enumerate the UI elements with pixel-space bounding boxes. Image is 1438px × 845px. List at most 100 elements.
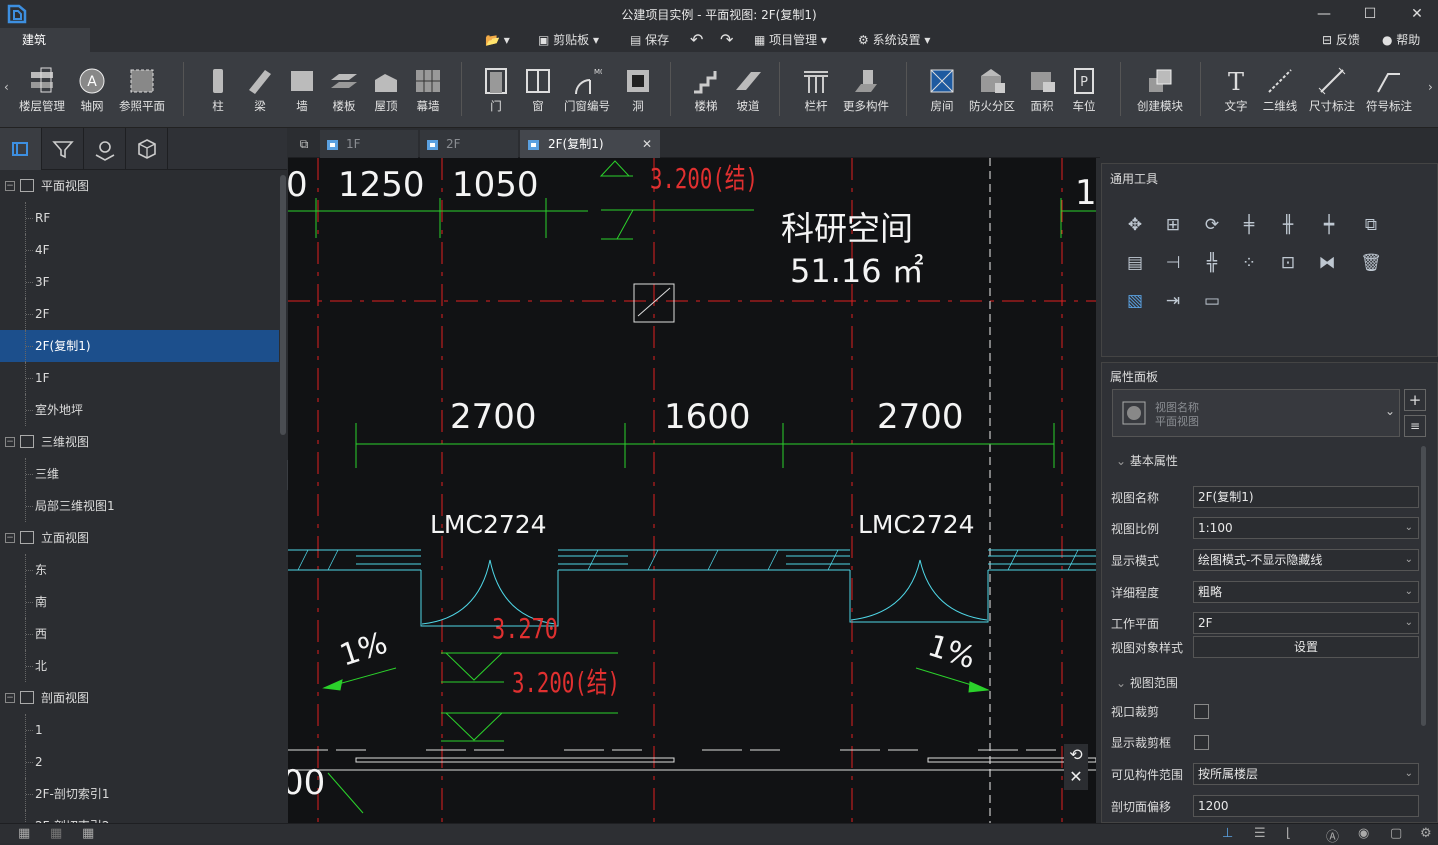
save-button[interactable]: ▤ 保存 xyxy=(630,32,669,48)
close-icon[interactable]: ✕ xyxy=(1064,766,1088,788)
feedback-button[interactable]: ⊟ 反馈 xyxy=(1322,32,1360,48)
collapse-icon[interactable]: − xyxy=(5,437,15,447)
more-components-button[interactable]: 更多构件 xyxy=(842,60,890,114)
match-icon[interactable]: ⇥ xyxy=(1160,288,1186,314)
maximize-button[interactable]: ☐ xyxy=(1360,4,1380,24)
tree-item[interactable]: 局部三维视图1 xyxy=(0,490,279,522)
style-settings-button[interactable]: 设置 xyxy=(1193,636,1419,658)
corner-icon[interactable]: ⌊ xyxy=(1286,826,1291,841)
dimension-button[interactable]: 尺寸标注 xyxy=(1308,60,1356,114)
tree-item[interactable]: RF xyxy=(0,202,279,234)
3d-box-icon[interactable]: ▧ xyxy=(1122,288,1148,314)
layer-icon[interactable]: ▦ xyxy=(82,826,94,841)
prop-select[interactable]: 粗略 ⌄ xyxy=(1193,581,1419,603)
align-icon[interactable]: ╪ xyxy=(1236,212,1262,238)
array-icon[interactable]: ⁘ xyxy=(1236,250,1262,276)
tree-group[interactable]: − 立面视图 xyxy=(0,522,279,554)
collapse-icon[interactable]: − xyxy=(5,181,15,191)
tree-item[interactable]: 2 xyxy=(0,746,279,778)
tree-group[interactable]: − 剖面视图 xyxy=(0,682,279,714)
visible-range-select[interactable]: 按所属楼层 ⌄ xyxy=(1193,763,1419,785)
settings-icon[interactable]: ⚙ xyxy=(1420,826,1432,841)
group-icon[interactable]: ⊡ xyxy=(1275,250,1301,276)
create-module-button[interactable]: 创建模块 xyxy=(1136,60,1184,114)
offset-icon[interactable]: ▤ xyxy=(1122,250,1148,276)
tree-item[interactable]: 2F(复制1) xyxy=(0,330,279,362)
rotate-icon[interactable]: ⟲ xyxy=(1064,744,1088,766)
type-selector[interactable]: 视图名称 平面视图 ⌄ xyxy=(1112,389,1400,437)
section-offset-input[interactable]: 1200 xyxy=(1193,795,1419,817)
redo-icon[interactable]: ↷ xyxy=(720,32,733,48)
add-type-button[interactable]: + xyxy=(1404,389,1426,411)
tree-item[interactable]: 西 xyxy=(0,618,279,650)
edit-type-button[interactable]: ≡ xyxy=(1404,415,1426,437)
undo-icon[interactable]: ↶ xyxy=(690,32,703,48)
move-icon[interactable]: ✥ xyxy=(1122,212,1148,238)
grid-icon[interactable]: ▦ xyxy=(18,826,30,841)
system-settings-menu[interactable]: ⚙ 系统设置 ▾ xyxy=(858,32,930,48)
render-icon[interactable]: ◉ xyxy=(1358,826,1369,841)
canvas-nav-widget[interactable]: ⟲ ✕ xyxy=(1064,744,1088,790)
prop-select[interactable]: 1:100 ⌄ xyxy=(1193,517,1419,539)
minimize-button[interactable]: — xyxy=(1314,4,1334,24)
tree-item[interactable]: 1F xyxy=(0,362,279,394)
folder-icon[interactable]: 📂 ▾ xyxy=(485,32,510,48)
clipboard-menu[interactable]: ▣ 剪贴板 ▾ xyxy=(538,32,599,48)
tree-item[interactable]: 2F-剖切索引1 xyxy=(0,778,279,810)
ribbon-scroll-right-icon[interactable]: › xyxy=(1428,80,1433,94)
prop-input[interactable]: 2F(复制1) xyxy=(1193,486,1419,508)
tree-item[interactable]: 1 xyxy=(0,714,279,746)
props-scroll-thumb[interactable] xyxy=(1421,446,1426,726)
project-manage-menu[interactable]: ▦ 项目管理 ▾ xyxy=(754,32,827,48)
tree-item[interactable]: 室外地坪 xyxy=(0,394,279,426)
tree-group[interactable]: − 平面视图 xyxy=(0,170,279,202)
prop-select[interactable]: 绘图模式-不显示隐藏线 ⌄ xyxy=(1193,549,1419,571)
prop-label: 显示裁剪框 xyxy=(1111,736,1172,750)
box-icon[interactable]: ▢ xyxy=(1390,826,1402,841)
tree-item[interactable]: 2F-剖切索引2 xyxy=(0,810,279,823)
rotate-tool-icon[interactable]: ⟳ xyxy=(1199,212,1225,238)
close-button[interactable]: ✕ xyxy=(1407,4,1427,24)
viewport-crop-checkbox[interactable] xyxy=(1194,704,1209,719)
show-crop-box-checkbox[interactable] xyxy=(1194,735,1209,750)
prop-select[interactable]: 2F ⌄ xyxy=(1193,612,1419,634)
tree-item[interactable]: 南 xyxy=(0,586,279,618)
extend-icon[interactable]: ⊣ xyxy=(1160,250,1186,276)
snap-icon[interactable]: ▦ xyxy=(50,826,62,841)
floor-plan-drawing[interactable]: 0 1250 1050 1 科研空间 51.16 ㎡ 2700 1600 270… xyxy=(288,158,1096,823)
help-button[interactable]: ● 帮助 xyxy=(1382,32,1420,48)
split-icon[interactable]: ╫ xyxy=(1275,212,1301,238)
level-icon[interactable]: ⊥ xyxy=(1222,826,1233,841)
symbol-button[interactable]: 符号标注 xyxy=(1365,60,1413,114)
collapse-icon[interactable]: − xyxy=(5,693,15,703)
delete-icon[interactable]: 🗑 xyxy=(1358,250,1384,276)
view-range-section[interactable]: ⌄ 视图范围 xyxy=(1116,674,1178,691)
tree-item[interactable]: 2F xyxy=(0,298,279,330)
tab-list-icon[interactable]: ⧉ xyxy=(292,130,316,158)
ramp-button[interactable]: 坡道 xyxy=(724,60,772,114)
break-icon[interactable]: ╬ xyxy=(1199,250,1225,276)
curtain-wall-button[interactable]: 幕墙 xyxy=(404,60,452,114)
collapse-icon[interactable]: − xyxy=(5,533,15,543)
tree-item[interactable]: 三维 xyxy=(0,458,279,490)
mirror-icon[interactable]: ⧓ xyxy=(1314,250,1340,276)
duplicate-icon[interactable]: ⧉ xyxy=(1358,212,1384,238)
close-tab-icon[interactable]: ✕ xyxy=(642,130,652,158)
list-icon[interactable]: ☰ xyxy=(1254,826,1266,841)
2d-line-button[interactable]: 二维线 xyxy=(1256,60,1304,114)
annotation-icon[interactable]: Ⓐ xyxy=(1326,826,1339,845)
tree-group[interactable]: − 三维视图 xyxy=(0,426,279,458)
tree-item[interactable]: 北 xyxy=(0,650,279,682)
tree-item[interactable]: 4F xyxy=(0,234,279,266)
tree-item[interactable]: 3F xyxy=(0,266,279,298)
measure-icon[interactable]: ▭ xyxy=(1199,288,1225,314)
tree-scroll-thumb[interactable] xyxy=(280,175,286,435)
trim-icon[interactable]: ┿ xyxy=(1316,212,1342,238)
drawing-canvas[interactable]: 0 1250 1050 1 科研空间 51.16 ㎡ 2700 1600 270… xyxy=(288,158,1096,823)
copy-icon[interactable]: ⊞ xyxy=(1160,212,1186,238)
basic-props-section[interactable]: ⌄ 基本属性 xyxy=(1116,452,1178,469)
parking-button[interactable]: P 车位 xyxy=(1060,60,1108,114)
tree-item[interactable]: 东 xyxy=(0,554,279,586)
opening-button[interactable]: 洞 xyxy=(614,60,662,114)
tab-2f-copy1[interactable]: 2F(复制1) ✕ xyxy=(520,130,660,158)
